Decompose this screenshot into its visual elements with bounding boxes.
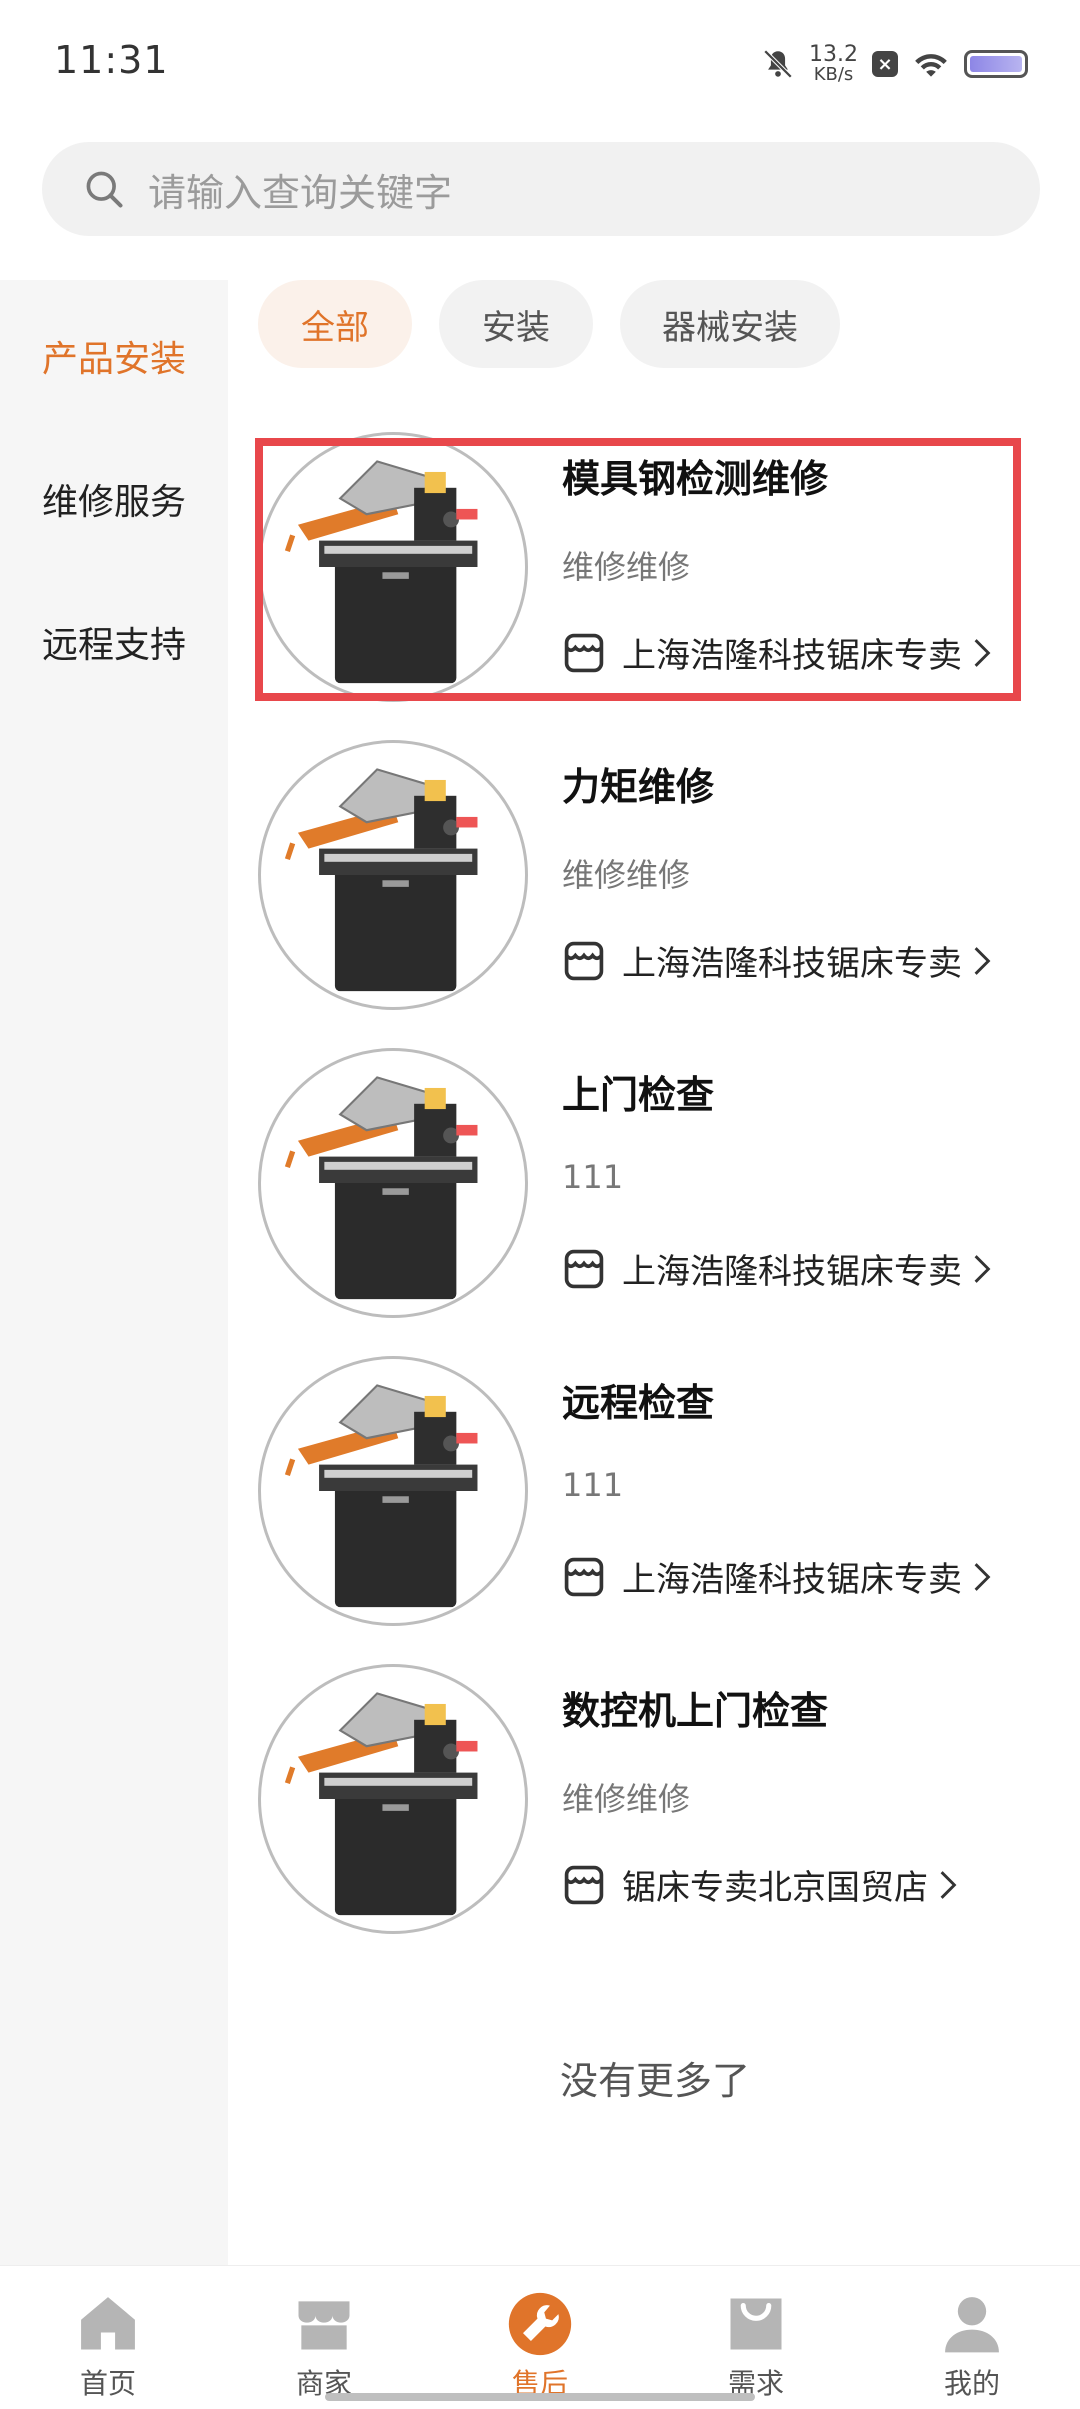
service-title: 力矩维修 — [562, 765, 715, 809]
shop-icon — [564, 941, 604, 980]
status-icons: 13.2 KB/s × — [761, 40, 1028, 88]
wrench-icon — [508, 2292, 572, 2356]
service-description: 111 — [562, 1158, 624, 1196]
shop-icon — [564, 1865, 604, 1904]
service-image — [258, 1664, 528, 1934]
tab-after-sales[interactable]: 售后 — [432, 2266, 648, 2409]
service-title: 上门检查 — [562, 1073, 715, 1117]
tab-mine[interactable]: 我的 — [864, 2266, 1080, 2409]
service-card[interactable]: 远程检查 111 上海浩隆科技锯床专卖 — [256, 1344, 1016, 1644]
band-saw-machine-icon — [284, 1692, 478, 1916]
home-icon — [81, 2297, 135, 2350]
store-icon — [298, 2301, 350, 2350]
notification-x-icon: × — [872, 51, 898, 77]
filter-chip-install[interactable]: 安装 — [439, 280, 593, 368]
shop-icon — [564, 1249, 604, 1288]
filter-chip-all[interactable]: 全部 — [258, 280, 412, 368]
shop-name: 上海浩隆科技锯床专卖 — [622, 1252, 962, 1292]
sidebar-item-product-install[interactable]: 产品安装 — [0, 330, 228, 382]
service-card[interactable]: 数控机上门检查 维修维修 锯床专卖北京国贸店 — [256, 1652, 1016, 1952]
search-placeholder: 请输入查询关键字 — [148, 170, 453, 215]
shop-link[interactable]: 上海浩隆科技锯床专卖 — [562, 936, 992, 985]
service-description: 维修维修 — [562, 1780, 691, 1818]
band-saw-machine-icon — [284, 768, 478, 992]
service-title: 数控机上门检查 — [562, 1689, 829, 1733]
shop-name: 锯床专卖北京国贸店 — [622, 1868, 928, 1908]
net-speed-unit: KB/s — [813, 64, 854, 85]
chevron-right-icon — [974, 1562, 991, 1591]
status-bar: 11:31 13.2 KB/s × — [0, 0, 1080, 120]
status-time: 11:31 — [54, 38, 169, 82]
search-bar[interactable]: 请输入查询关键字 — [42, 142, 1040, 236]
user-icon — [945, 2297, 999, 2353]
band-saw-machine-icon — [284, 1076, 478, 1300]
net-speed: 13.2 KB/s — [809, 44, 858, 84]
chevron-right-icon — [940, 1870, 957, 1899]
service-description: 维修维修 — [562, 856, 691, 894]
search-icon — [86, 171, 123, 208]
selection-highlight — [255, 438, 1021, 701]
service-image — [258, 1356, 528, 1626]
service-image — [258, 740, 528, 1010]
battery-icon — [964, 50, 1028, 78]
shop-link[interactable]: 锯床专卖北京国贸店 — [562, 1860, 958, 1909]
tab-store[interactable]: 商家 — [216, 2266, 432, 2409]
chevron-right-icon — [974, 1254, 991, 1283]
wifi-icon — [915, 54, 947, 77]
home-indicator[interactable] — [325, 2393, 755, 2401]
shop-link[interactable]: 上海浩隆科技锯床专卖 — [562, 1244, 992, 1293]
net-speed-value: 13.2 — [809, 42, 858, 67]
tab-home-label: 首页 — [79, 2367, 136, 2400]
service-title: 远程检查 — [562, 1381, 715, 1425]
tab-demand[interactable]: 需求 — [648, 2266, 864, 2409]
shop-icon — [564, 1557, 604, 1596]
shop-link[interactable]: 上海浩隆科技锯床专卖 — [562, 1552, 992, 1601]
service-card[interactable]: 上门检查 111 上海浩隆科技锯床专卖 — [256, 1036, 1016, 1336]
band-saw-machine-icon — [284, 1384, 478, 1608]
shop-name: 上海浩隆科技锯床专卖 — [622, 1560, 962, 1600]
service-description: 111 — [562, 1466, 624, 1504]
bell-muted-icon — [763, 49, 793, 79]
shop-name: 上海浩隆科技锯床专卖 — [622, 944, 962, 984]
tab-mine-label: 我的 — [943, 2367, 1000, 2400]
service-image — [258, 1048, 528, 1318]
bottom-tab-bar: 首页 商家 售后 需求 我的 — [0, 2265, 1080, 2408]
service-card[interactable]: 力矩维修 维修维修 上海浩隆科技锯床专卖 — [256, 728, 1016, 1028]
list-end-text: 没有更多了 — [559, 2059, 750, 2103]
filter-chip-equipment-install[interactable]: 器械安装 — [620, 280, 840, 368]
sidebar-item-repair-service[interactable]: 维修服务 — [0, 473, 228, 525]
category-sidebar: 产品安装 维修服务 远程支持 — [0, 280, 228, 2265]
chevron-right-icon — [974, 946, 991, 975]
tab-home[interactable]: 首页 — [0, 2266, 216, 2409]
bag-icon — [730, 2298, 782, 2350]
sidebar-item-remote-support[interactable]: 远程支持 — [0, 616, 228, 668]
